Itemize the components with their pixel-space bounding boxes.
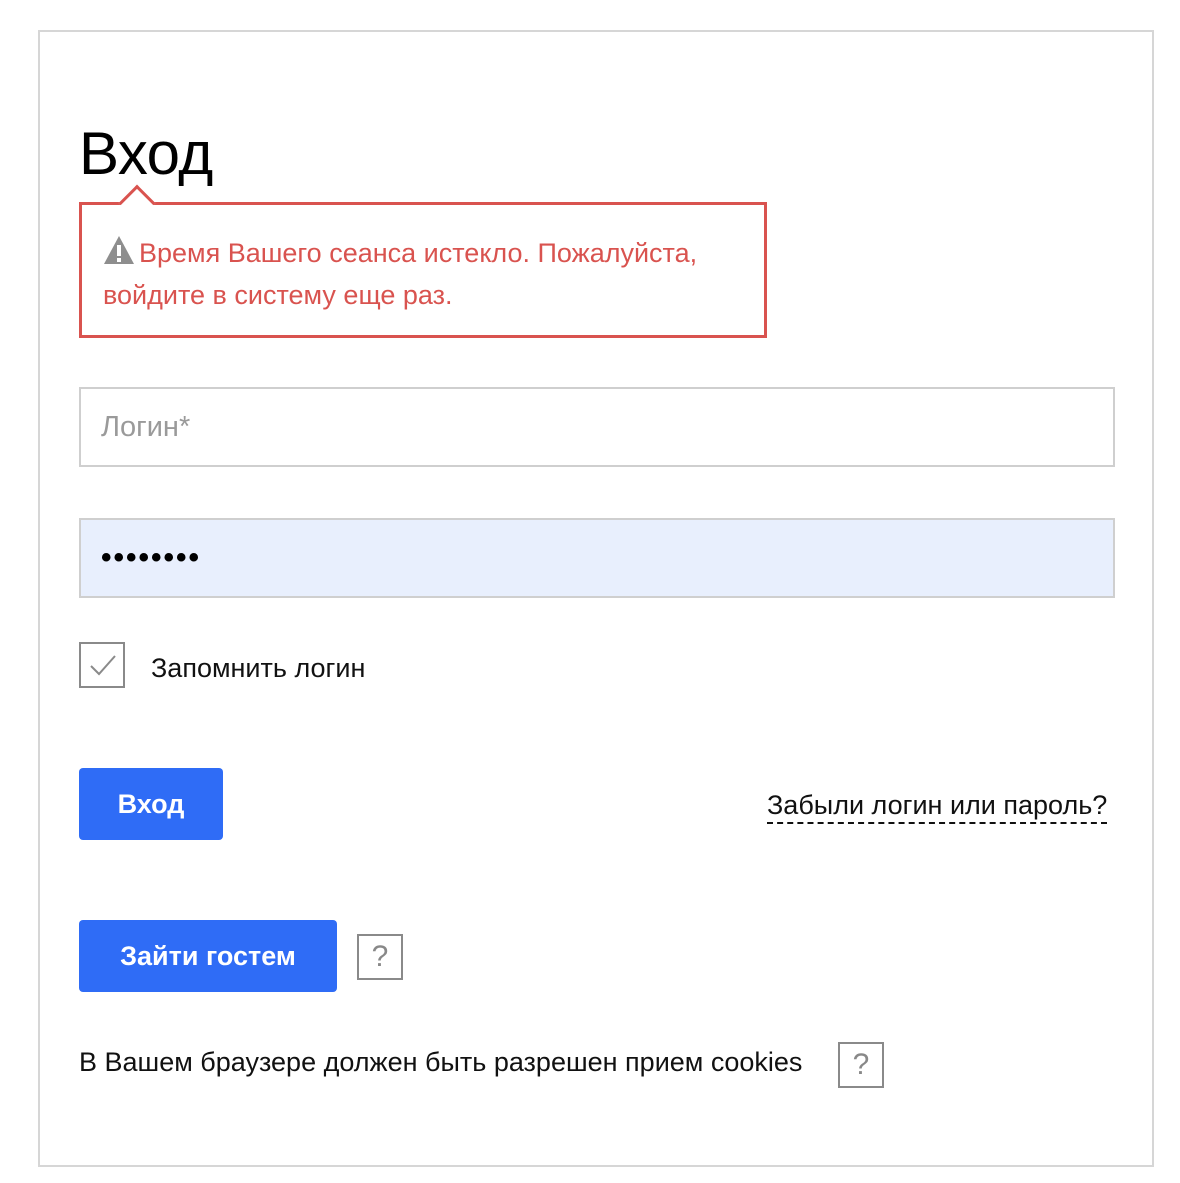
- password-input[interactable]: [79, 518, 1115, 598]
- login-input[interactable]: [79, 387, 1115, 467]
- forgot-credentials-link[interactable]: Забыли логин или пароль?: [767, 788, 1108, 824]
- alert-message: Время Вашего сеанса истекло. Пожалуйста,…: [103, 238, 698, 310]
- remember-login-checkbox[interactable]: [79, 642, 125, 688]
- session-expired-alert: Время Вашего сеанса истекло. Пожалуйста,…: [79, 184, 767, 338]
- cookies-help-icon[interactable]: ?: [838, 1042, 884, 1088]
- checkmark-icon: [90, 655, 116, 676]
- remember-login-label[interactable]: Запомнить логин: [151, 651, 365, 685]
- warning-triangle-icon: [103, 235, 135, 265]
- cookies-notice: В Вашем браузере должен быть разрешен пр…: [79, 1047, 803, 1077]
- alert-message-block: Время Вашего сеанса истекло. Пожалуйста,…: [103, 232, 743, 316]
- page-title: Вход: [79, 120, 213, 187]
- login-panel: [38, 30, 1154, 1167]
- guest-login-button[interactable]: Зайти гостем: [79, 920, 337, 992]
- guest-help-icon[interactable]: ?: [357, 934, 403, 980]
- login-button[interactable]: Вход: [79, 768, 223, 840]
